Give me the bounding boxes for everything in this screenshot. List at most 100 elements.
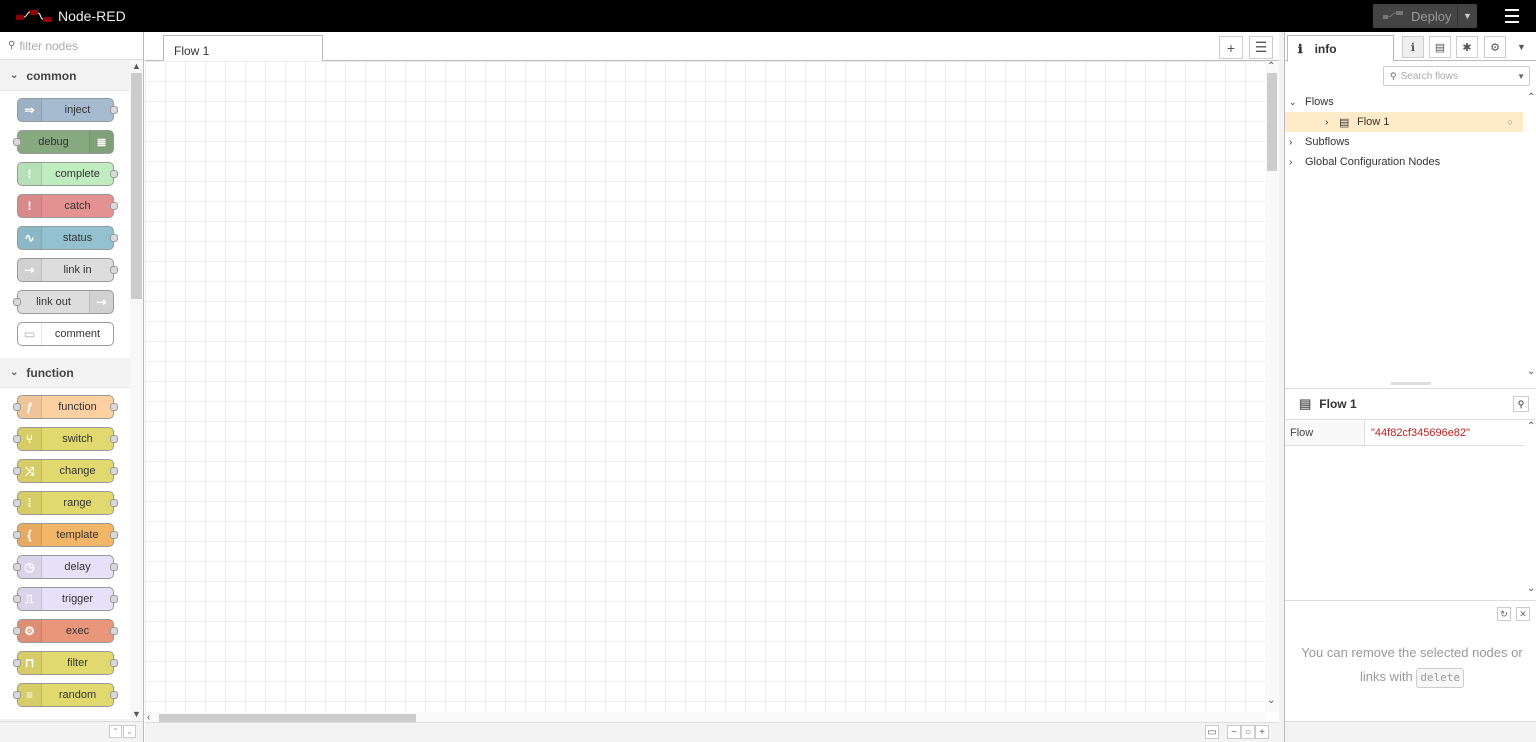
palette-node-exec[interactable]: ⚙ exec	[13, 619, 118, 643]
input-port	[13, 627, 21, 635]
output-port	[110, 563, 118, 571]
scroll-down-icon[interactable]: ⌄	[1267, 695, 1275, 706]
expand-all-icon[interactable]: ⌄	[123, 725, 136, 738]
palette-node-function[interactable]: ƒ function	[13, 395, 118, 419]
deploy-icon	[1383, 11, 1403, 19]
palette-node-random[interactable]: ≡ random	[13, 683, 118, 707]
node-label: debug	[38, 136, 69, 148]
chevron-down-icon[interactable]: ⌄	[1289, 97, 1305, 108]
node-label: filter	[67, 657, 88, 669]
close-icon[interactable]: ✕	[1516, 607, 1530, 621]
node-label: random	[58, 689, 97, 701]
deploy-button[interactable]: Deploy ▼	[1373, 4, 1477, 28]
info-splitter[interactable]	[1391, 382, 1431, 385]
add-flow-icon[interactable]: +	[1219, 36, 1243, 59]
tree-label: Global Configuration Nodes	[1305, 156, 1441, 168]
zoom-out-icon[interactable]: −	[1227, 725, 1241, 739]
canvas-vertical-scrollbar[interactable]: ⌃ ⌄	[1265, 61, 1279, 712]
app-name: Node-RED	[58, 8, 126, 24]
search-icon: ⚲	[1390, 70, 1397, 81]
workspace-footer: ▭ − ○ +	[145, 722, 1279, 742]
debug-list-icon: ≣	[89, 131, 113, 153]
scroll-down-icon[interactable]: ▼	[132, 709, 141, 719]
node-label: inject	[64, 104, 91, 116]
palette-filter-input[interactable]: ⚲ filter nodes	[0, 32, 143, 60]
property-value[interactable]: "44f82cf345696e82"	[1365, 427, 1525, 439]
palette-node-filter[interactable]: ⊓ filter	[13, 651, 118, 675]
output-port	[110, 234, 118, 242]
search-icon[interactable]: ⚲	[1513, 396, 1529, 412]
flow-icon: ▤	[1299, 396, 1312, 411]
tab-info[interactable]: ℹ info	[1287, 35, 1394, 62]
input-port	[13, 467, 21, 475]
palette-category-function[interactable]: ⌄ function	[0, 358, 130, 388]
tab-label: Flow 1	[174, 44, 210, 58]
palette-node-comment[interactable]: ▭ comment	[17, 322, 114, 346]
input-port	[13, 691, 21, 699]
navigator-map-icon[interactable]: ▭	[1205, 725, 1219, 739]
palette-category-body: ƒ function ⑂ switch ⤨ change ⁞ range {template ◷ d…	[0, 388, 130, 719]
output-port	[110, 691, 118, 699]
list-flows-icon[interactable]: ☰	[1249, 36, 1273, 59]
tree-item-global-config[interactable]: › Global Configuration Nodes	[1285, 152, 1525, 172]
palette-node-delay[interactable]: ◷ delay	[13, 555, 118, 579]
collapse-all-icon[interactable]: ⌃	[109, 725, 122, 738]
palette-node-inject[interactable]: ⇒ inject	[17, 98, 118, 122]
pulse-icon: ∿	[18, 227, 42, 249]
palette-node-complete[interactable]: ! complete	[17, 162, 118, 186]
deploy-menu-caret-icon[interactable]: ▼	[1457, 4, 1477, 28]
chevron-right-icon[interactable]: ›	[1289, 137, 1305, 148]
info-scrollbar[interactable]: ⌃ ⌄	[1525, 421, 1536, 599]
palette-node-switch[interactable]: ⑂ switch	[13, 427, 118, 451]
comment-icon: ▭	[18, 323, 42, 345]
tree-item-flows[interactable]: ⌄ Flows	[1285, 92, 1525, 112]
palette-node-debug[interactable]: debug ≣	[13, 130, 114, 154]
palette-node-catch[interactable]: ! catch	[17, 194, 118, 218]
flow-canvas[interactable]	[145, 61, 1265, 712]
palette-node-change[interactable]: ⤨ change	[13, 459, 118, 483]
help-book-icon[interactable]: ▤	[1429, 36, 1451, 58]
zoom-in-icon[interactable]: +	[1255, 725, 1269, 739]
chevron-down-icon[interactable]: ▼	[1517, 72, 1525, 81]
alert-icon: !	[18, 195, 42, 217]
delete-key-badge: delete	[1416, 668, 1465, 688]
zoom-reset-icon[interactable]: ○	[1241, 725, 1255, 739]
info-icon: ℹ	[1298, 41, 1303, 56]
tree-item-flow-1[interactable]: › ▤ Flow 1 ○	[1285, 112, 1523, 132]
palette-category-common[interactable]: ⌄ common	[0, 61, 130, 91]
sidebar-menu-caret-icon[interactable]: ▼	[1517, 42, 1526, 52]
tab-flow-1[interactable]: Flow 1	[163, 35, 323, 62]
palette-node-template[interactable]: {template	[13, 523, 118, 547]
search-flows-input[interactable]: ⚲ Search flows ▼	[1383, 66, 1530, 86]
info-header: ▤ Flow 1 ⚲	[1285, 388, 1536, 420]
input-port	[13, 435, 21, 443]
node-label: template	[56, 529, 99, 541]
chevron-down-icon[interactable]: ⌄	[10, 70, 18, 81]
chevron-right-icon[interactable]: ›	[1289, 157, 1305, 168]
palette-scrollbar[interactable]: ▲ ▼	[130, 61, 143, 721]
output-port	[110, 627, 118, 635]
scroll-up-icon[interactable]: ⌃	[1267, 61, 1275, 72]
chevron-right-icon[interactable]: ›	[1325, 117, 1339, 128]
chevron-down-icon[interactable]: ⌄	[10, 367, 18, 378]
config-gear-icon[interactable]: ⚙	[1484, 36, 1506, 58]
palette-node-trigger[interactable]: ⎍ trigger	[13, 587, 118, 611]
tree-scrollbar[interactable]: ⌃ ⌄	[1525, 92, 1536, 382]
palette-node-range[interactable]: ⁞ range	[13, 491, 118, 515]
main-menu-icon[interactable]	[1505, 9, 1519, 27]
info-tab-icon[interactable]: ℹ	[1402, 36, 1424, 58]
palette-node-link-in[interactable]: ⇢ link in	[17, 258, 118, 282]
category-label: common	[26, 68, 77, 83]
sidebar: ℹ info ℹ ▤ ✱ ⚙ ▼ ⚲ Search flows ▼ ⌄ Flow…	[1284, 32, 1536, 742]
output-port	[110, 435, 118, 443]
debug-bug-icon[interactable]: ✱	[1456, 36, 1478, 58]
tree-item-subflows[interactable]: › Subflows	[1285, 132, 1525, 152]
filter-icon: ⊓	[18, 652, 42, 674]
palette-node-status[interactable]: ∿ status	[17, 226, 118, 250]
palette-node-link-out[interactable]: link out ⇢	[13, 290, 114, 314]
scroll-up-icon[interactable]: ▲	[132, 61, 141, 71]
palette-scroll-area: ⌄ common ⇒ inject debug ≣ ! complete ! catch ∿ stat…	[0, 61, 130, 721]
node-palette: ⚲ filter nodes ⌄ common ⇒ inject debug ≣ ! comp…	[0, 32, 144, 742]
output-port	[110, 531, 118, 539]
refresh-icon[interactable]: ↻	[1497, 607, 1511, 621]
